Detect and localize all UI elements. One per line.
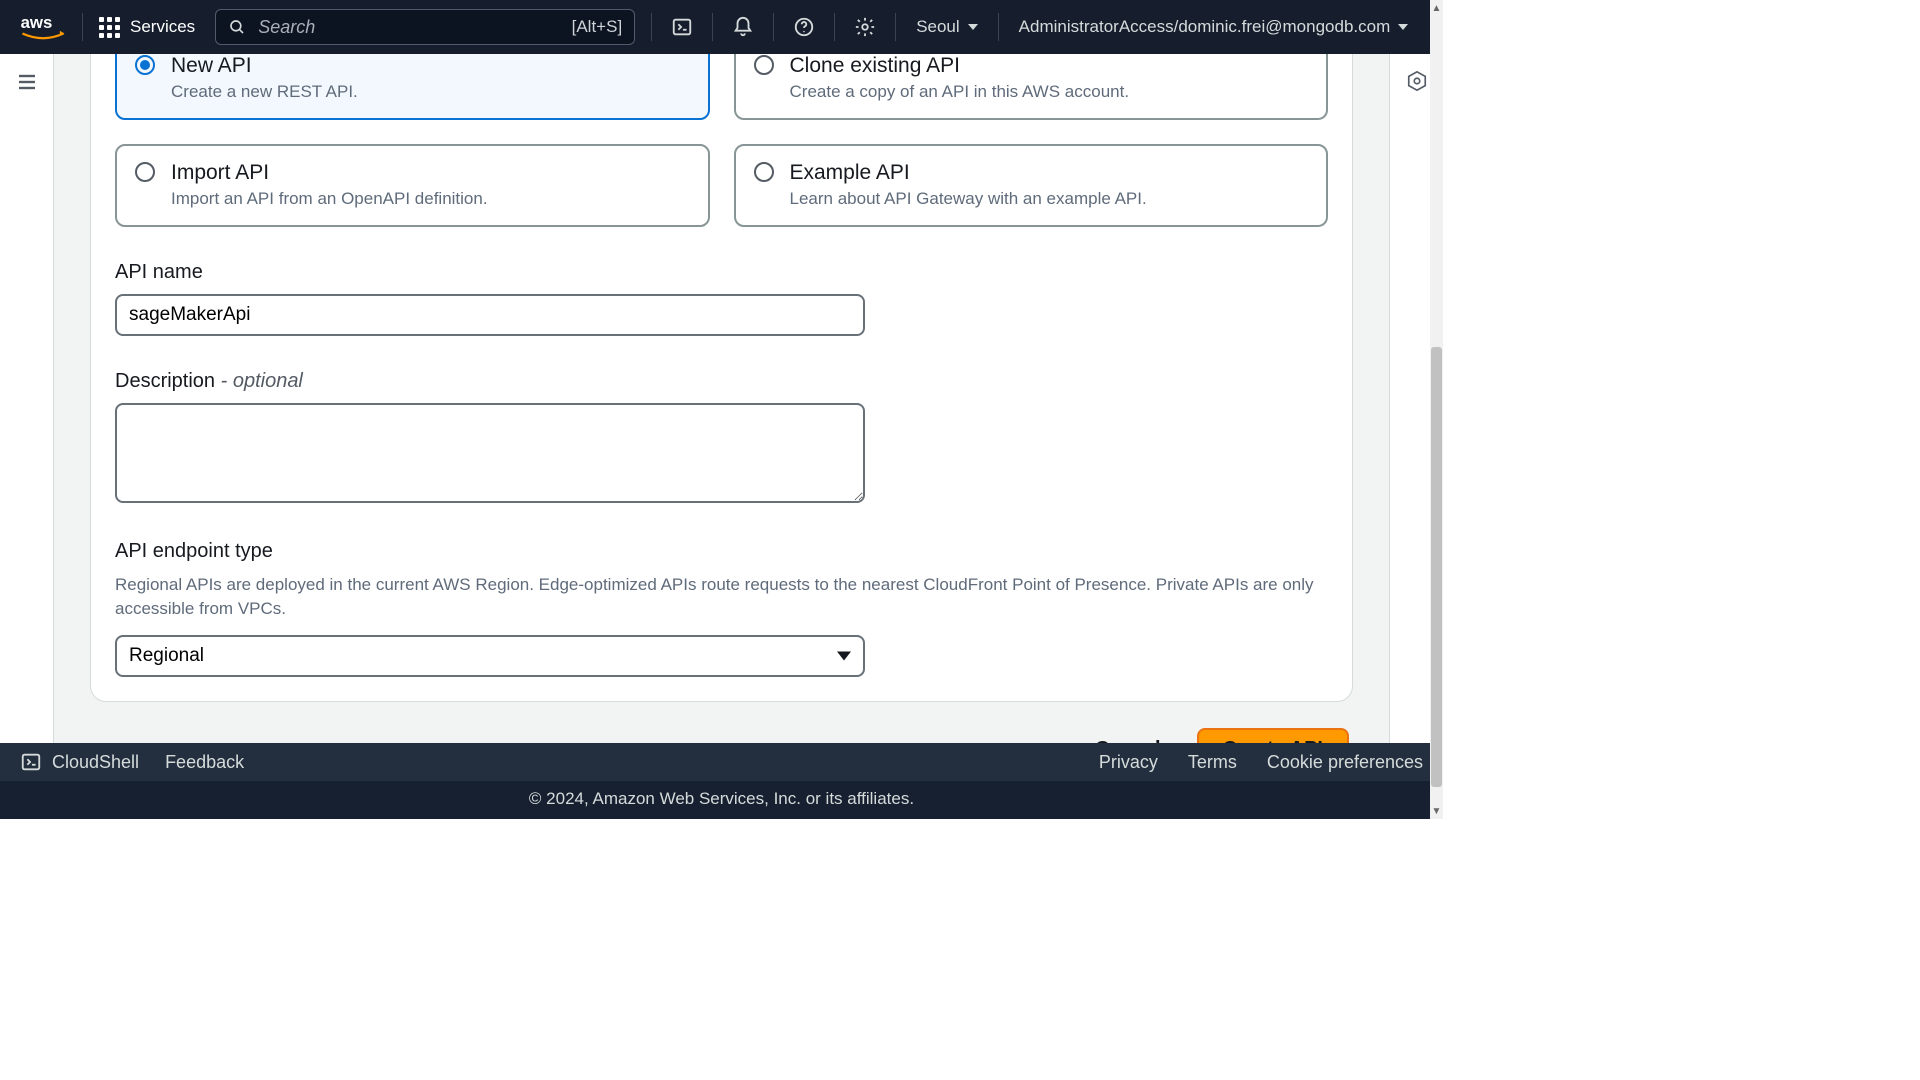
form-actions: Cancel Create API [90,728,1353,743]
services-menu[interactable]: Services [89,13,205,42]
field-endpoint-type: API endpoint type Regional APIs are depl… [115,540,1328,677]
choice-new-api[interactable]: New API Create a new REST API. [115,54,710,120]
services-label: Services [130,17,195,37]
choice-title: Clone existing API [790,54,1130,78]
caret-down-icon [968,24,978,30]
field-api-name: API name [115,261,1328,336]
aws-logo[interactable]: aws [10,13,76,41]
endpoint-type-help: Regional APIs are deployed in the curren… [115,573,1328,621]
scroll-down-icon[interactable]: ▼ [1430,803,1443,819]
scroll-thumb[interactable] [1431,347,1442,788]
footer-links: Privacy Terms Cookie preferences [1099,752,1423,773]
main-content: New API Create a new REST API. Clone exi… [54,54,1389,743]
terms-link[interactable]: Terms [1188,752,1237,773]
cloudshell-link[interactable]: CloudShell [20,751,139,773]
search-shortcut-hint: [Alt+S] [572,17,623,37]
settings-icon[interactable] [841,7,889,47]
vertical-scrollbar[interactable]: ▲ ▼ [1430,0,1443,819]
choice-title: Import API [171,160,488,185]
api-name-input[interactable] [115,294,865,336]
choice-title: New API [171,54,358,78]
help-icon[interactable] [780,7,828,47]
svg-text:aws: aws [21,13,53,32]
app-shell: New API Create a new REST API. Clone exi… [0,54,1443,743]
choice-desc: Learn about API Gateway with an example … [790,189,1147,209]
account-label: AdministratorAccess/dominic.frei@mongodb… [1019,17,1391,37]
global-search[interactable]: [Alt+S] [215,9,635,45]
choice-desc: Create a copy of an API in this AWS acco… [790,82,1130,102]
cloudshell-label: CloudShell [52,752,139,773]
choice-example-api[interactable]: Example API Learn about API Gateway with… [734,144,1329,227]
api-name-label: API name [115,261,1328,284]
feedback-link[interactable]: Feedback [165,752,244,773]
choice-import-api[interactable]: Import API Import an API from an OpenAPI… [115,144,710,227]
privacy-link[interactable]: Privacy [1099,752,1158,773]
region-label: Seoul [916,17,959,37]
left-rail [0,54,54,743]
cookie-preferences-link[interactable]: Cookie preferences [1267,752,1423,773]
create-api-button[interactable]: Create API [1197,728,1349,743]
choice-clone-api[interactable]: Clone existing API Create a copy of an A… [734,54,1329,120]
description-label: Description [115,370,215,392]
endpoint-type-select[interactable]: Regional [115,635,865,677]
scroll-up-icon[interactable]: ▲ [1430,0,1443,16]
radio-icon [135,162,155,182]
api-source-choices: New API Create a new REST API. Clone exi… [115,54,1328,227]
cancel-button[interactable]: Cancel [1083,730,1173,743]
radio-icon [754,55,774,75]
side-nav-toggle[interactable] [15,70,39,97]
choice-title: Example API [790,160,1147,185]
search-icon [228,18,246,36]
field-description: Description - optional [115,370,1328,506]
help-panel-toggle[interactable] [1406,70,1428,95]
create-api-card: New API Create a new REST API. Clone exi… [90,54,1353,702]
cloudshell-icon[interactable] [658,7,706,47]
account-menu[interactable]: AdministratorAccess/dominic.frei@mongodb… [1005,11,1423,43]
choice-desc: Import an API from an OpenAPI definition… [171,189,488,209]
copyright: © 2024, Amazon Web Services, Inc. or its… [0,781,1443,819]
notifications-icon[interactable] [719,7,767,47]
choice-desc: Create a new REST API. [171,82,358,102]
radio-icon [754,162,774,182]
footer: CloudShell Feedback Privacy Terms Cookie… [0,743,1443,819]
endpoint-type-label: API endpoint type [115,540,1328,563]
optional-hint: - optional [215,370,303,392]
search-input[interactable] [256,16,561,39]
description-textarea[interactable] [115,403,865,503]
top-nav: aws Services [Alt+S] Seoul Administra [0,0,1443,54]
radio-icon [135,55,155,75]
services-grid-icon [99,17,120,38]
region-selector[interactable]: Seoul [902,11,991,43]
caret-down-icon [1398,24,1408,30]
